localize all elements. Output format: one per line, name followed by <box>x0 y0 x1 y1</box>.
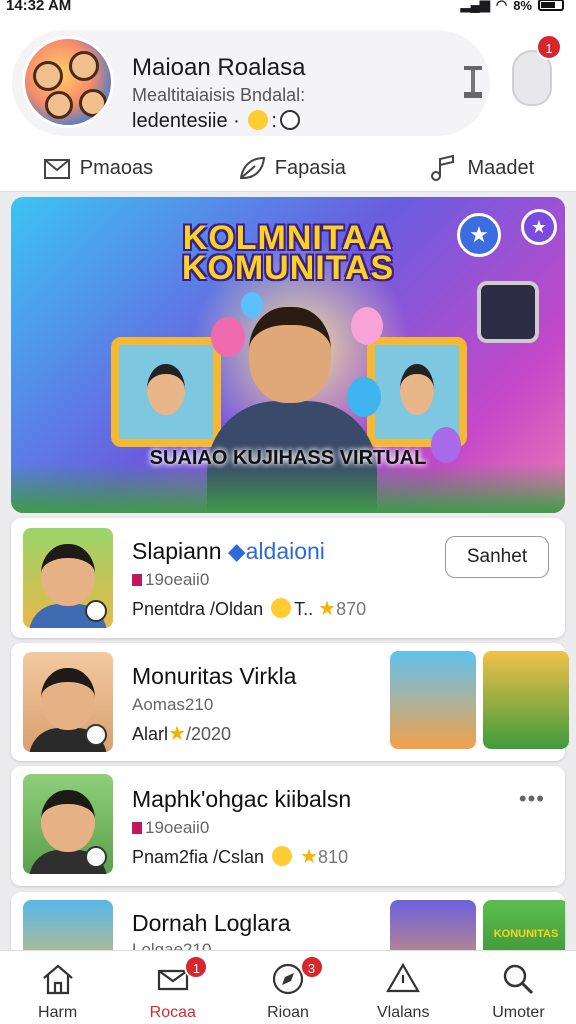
header-tab-posts[interactable]: Fapasia <box>237 154 346 182</box>
banner-caption: SUAIAO KUJIHASS VIRTUAL <box>149 447 427 469</box>
user-thumbnail[interactable] <box>23 652 113 752</box>
check-badge-icon <box>85 846 107 868</box>
feed-card[interactable]: Maphk'ohgac kiibalsn 19oeaii0 Pnam2fia /… <box>11 766 565 886</box>
status-bar: 14:32 AM ▂▄▆ ◠ 8% <box>0 0 576 18</box>
photo-frame-left <box>111 337 221 447</box>
nav-inbox[interactable]: 1 Rocaa <box>115 951 230 1024</box>
card-stats: Pnentdra /Oldan T.. ★870 <box>132 598 367 620</box>
home-icon <box>42 964 73 995</box>
community-banner[interactable]: KOLMNITAA KOMUNITAS ★ ★ SUAIAO KUJIHASS … <box>11 197 565 513</box>
smile-emoji-icon <box>248 110 269 130</box>
header-tab-label: Maadet <box>467 156 535 179</box>
profile-name: Maioan Roalasa <box>132 54 306 81</box>
avatar[interactable] <box>22 36 114 128</box>
search-icon <box>504 964 534 995</box>
card-title: Maphk'ohgac kiibalsn <box>132 786 352 812</box>
media-thumbnail[interactable] <box>483 651 569 749</box>
hourglass-icon <box>462 64 484 100</box>
envelope-icon <box>43 159 70 179</box>
battery-icon <box>538 0 564 11</box>
header-tab-label: Pmaoas <box>79 156 154 179</box>
user-thumbnail[interactable] <box>23 528 113 628</box>
header: Maioan Roalasa Mealtitaiaisis Bndalal: l… <box>0 18 576 192</box>
follow-button[interactable]: Sanhet <box>445 536 549 578</box>
header-tab-messages[interactable]: Pmaoas <box>42 154 153 182</box>
feed-card[interactable]: Monuritas Virkla Aomas210 Alarl★/2020 <box>11 643 569 761</box>
card-meta: 19oeaii0 <box>132 570 209 590</box>
card-stats: Pnam2fia /Cslan ★810 <box>132 846 349 868</box>
notification-badge: 1 <box>536 34 562 60</box>
check-badge-icon <box>85 724 107 746</box>
game-pad-icon <box>477 281 539 343</box>
star-badge-small-icon: ★ <box>521 209 557 245</box>
status-icons: ▂▄▆ ◠ 8% <box>461 0 564 13</box>
star-badge-icon: ★ <box>457 213 501 257</box>
profile-card[interactable]: Maioan Roalasa Mealtitaiaisis Bndalal: l… <box>12 30 490 136</box>
card-stats: Alarl★/2020 <box>132 723 231 745</box>
surprised-emoji-icon <box>279 110 300 130</box>
check-badge-icon <box>85 600 107 622</box>
music-note-icon <box>431 154 455 181</box>
star-icon: ★ <box>318 598 337 620</box>
nav-explore[interactable]: 3 Rioan <box>230 951 345 1024</box>
star-icon: ★ <box>300 846 319 868</box>
profile-description: ledentesiie · : <box>132 110 303 133</box>
smile-emoji-icon <box>271 598 292 618</box>
header-tabs: Pmaoas Fapasia Maadet <box>0 148 576 188</box>
media-thumbnail[interactable] <box>390 651 476 749</box>
warning-icon <box>386 962 421 993</box>
nav-alerts[interactable]: Vlalans <box>346 951 461 1024</box>
nav-search[interactable]: Umoter <box>461 951 576 1024</box>
thumbnail-label: KONUNITAS <box>493 928 559 940</box>
card-meta: Aomas210 <box>132 695 214 714</box>
card-meta: 19oeaii0 <box>132 818 209 838</box>
profile-subtitle: Mealtitaiaisis Bndalal: <box>132 85 306 105</box>
bottom-nav: Harm 1 Rocaa 3 Rioan Vlalans Umoter <box>0 950 576 1024</box>
status-time: 14:32 AM <box>6 0 72 14</box>
leaf-icon <box>239 156 265 179</box>
battery-percent: 8% <box>513 0 532 13</box>
notification-button[interactable]: 1 <box>508 34 562 122</box>
nav-badge: 1 <box>184 955 209 979</box>
nav-badge: 3 <box>299 955 324 979</box>
user-thumbnail[interactable] <box>23 774 113 874</box>
card-title: Dornah Loglara <box>132 910 291 936</box>
more-options-button[interactable]: ••• <box>519 786 545 812</box>
wifi-icon: ◠ <box>495 0 508 12</box>
card-title: Monuritas Virkla <box>132 663 297 689</box>
verified-tag[interactable]: ◆aldaioni <box>228 538 325 564</box>
signal-icon: ▂▄▆ <box>460 0 490 12</box>
nav-home[interactable]: Harm <box>0 951 115 1024</box>
feed-card[interactable]: Slapiann ◆aldaioni 19oeaii0 Pnentdra /Ol… <box>11 518 565 638</box>
header-tab-label: Fapasia <box>274 156 346 179</box>
header-tab-music[interactable]: Maadet <box>429 154 534 182</box>
card-title: Slapiann ◆aldaioni <box>132 538 325 564</box>
star-icon: ★ <box>168 723 186 745</box>
smile-emoji-icon <box>272 846 293 866</box>
